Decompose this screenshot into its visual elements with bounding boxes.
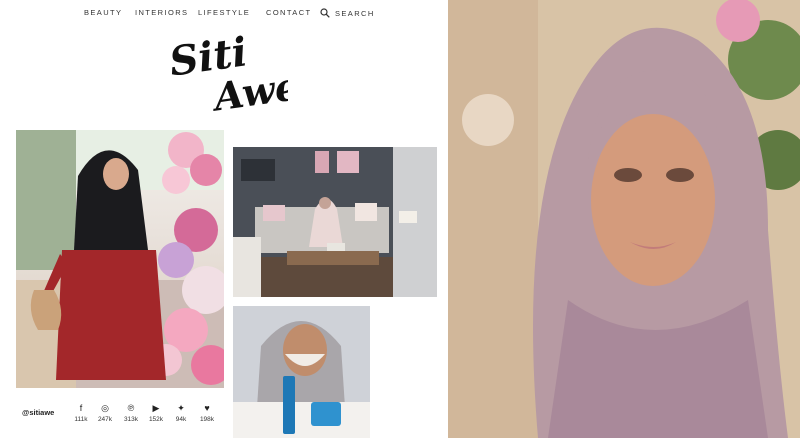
- pinterest-icon: ℗: [127, 403, 135, 413]
- nav-beauty[interactable]: BEAUTY: [84, 8, 122, 17]
- social-instagram[interactable]: ◎ 247k: [94, 402, 116, 423]
- social-twitter[interactable]: ✦ 94k: [170, 402, 192, 423]
- youtube-count: 152k: [148, 416, 164, 423]
- instagram-icon: ◎: [101, 403, 109, 413]
- search-label: SEARCH: [335, 8, 375, 18]
- heart-count: 198k: [199, 416, 215, 423]
- social-bloglovin[interactable]: ♥ 198k: [196, 402, 218, 423]
- twitter-count: 94k: [175, 416, 187, 423]
- social-bar: @sitiawe f 111k ◎ 247k ℗ 313k ▶ 152k ✦ 9…: [16, 396, 224, 430]
- social-facebook[interactable]: f 111k: [70, 402, 92, 423]
- skincare-scene: [233, 306, 370, 438]
- photo-woman-flowers[interactable]: [16, 130, 224, 388]
- living-room-scene: [233, 147, 437, 297]
- site-logo[interactable]: Siti Awe: [168, 32, 288, 118]
- portrait-scene: [448, 0, 800, 438]
- facebook-count: 111k: [74, 416, 88, 423]
- search-icon: [320, 8, 330, 18]
- top-nav: BEAUTY INTERIORS LIFESTYLE CONTACT SEARC…: [0, 8, 448, 22]
- twitter-icon: ✦: [177, 403, 185, 413]
- nav-interiors[interactable]: INTERIORS: [135, 8, 188, 17]
- pinterest-count: 313k: [123, 416, 139, 423]
- facebook-icon: f: [79, 403, 83, 413]
- photo-living-room[interactable]: [233, 147, 437, 297]
- social-youtube[interactable]: ▶ 152k: [145, 402, 167, 423]
- nav-contact[interactable]: CONTACT: [266, 8, 312, 17]
- flower-scene: [16, 130, 224, 388]
- blog-site: BEAUTY INTERIORS LIFESTYLE CONTACT SEARC…: [0, 0, 448, 438]
- nav-lifestyle[interactable]: LIFESTYLE: [198, 8, 250, 17]
- instagram-count: 247k: [97, 416, 113, 423]
- social-handle[interactable]: @sitiawe: [22, 408, 54, 417]
- heart-icon: ♥: [204, 403, 210, 413]
- photo-skincare[interactable]: [233, 306, 370, 438]
- social-pinterest[interactable]: ℗ 313k: [120, 402, 142, 423]
- youtube-icon: ▶: [152, 403, 160, 413]
- portrait-photo: [448, 0, 800, 438]
- search-button[interactable]: SEARCH: [320, 8, 375, 18]
